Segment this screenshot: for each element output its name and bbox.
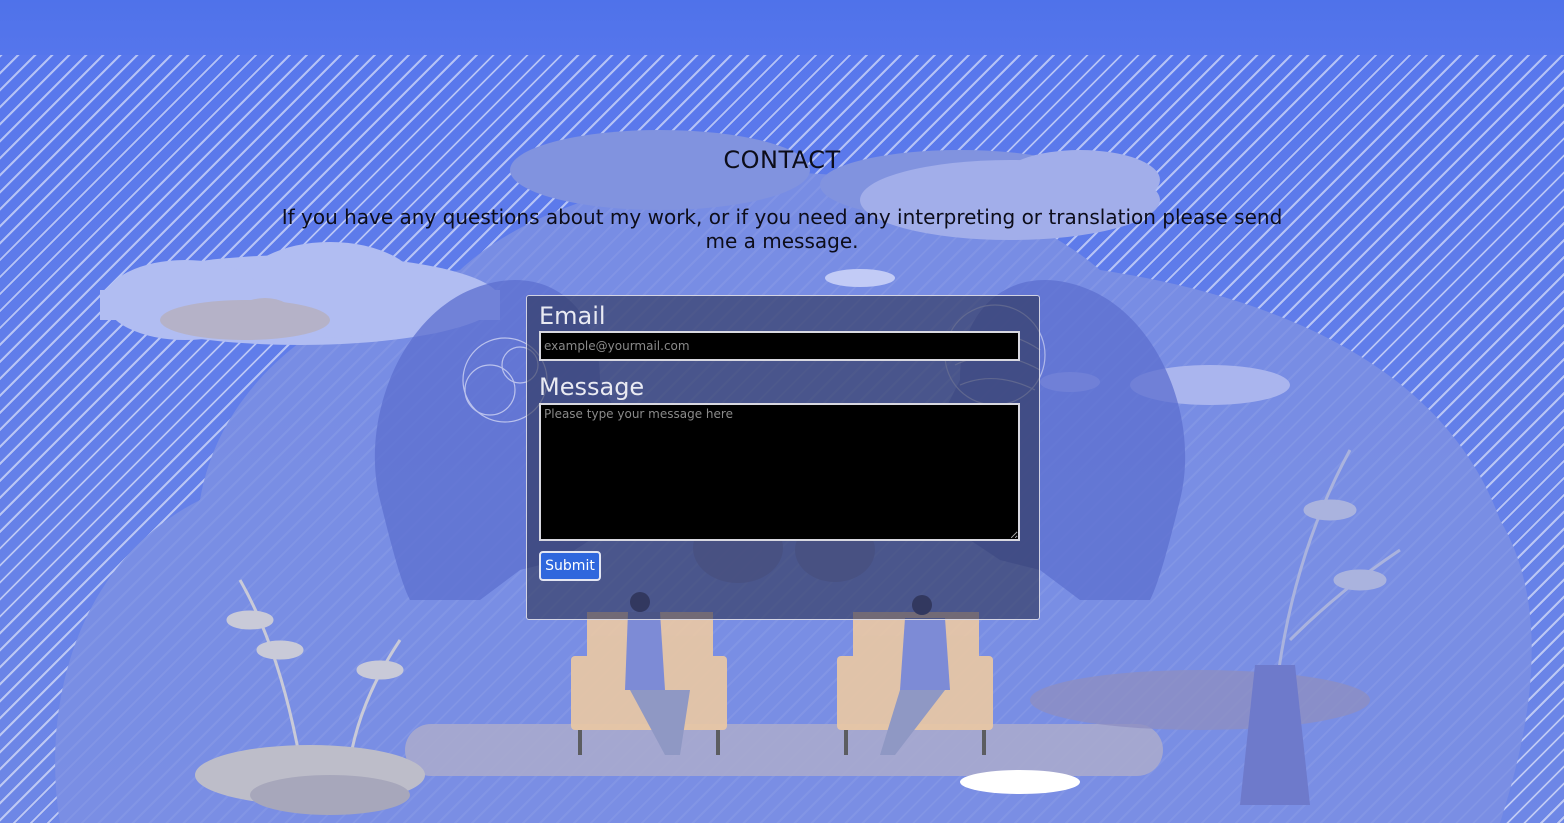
- email-label: Email: [539, 302, 606, 330]
- cloud-bottom-right: [1030, 670, 1370, 730]
- message-textarea[interactable]: [539, 403, 1020, 541]
- message-label: Message: [539, 373, 645, 401]
- page-title: CONTACT: [723, 146, 841, 174]
- contact-form: Email Message Submit: [526, 295, 1040, 620]
- ground-platform: [405, 724, 1163, 776]
- cloud-small-center: [825, 269, 895, 287]
- submit-button[interactable]: Submit: [539, 551, 601, 581]
- cloud-bottom-white: [960, 770, 1080, 794]
- email-field[interactable]: [539, 331, 1020, 361]
- page-intro: If you have any questions about my work,…: [281, 205, 1283, 253]
